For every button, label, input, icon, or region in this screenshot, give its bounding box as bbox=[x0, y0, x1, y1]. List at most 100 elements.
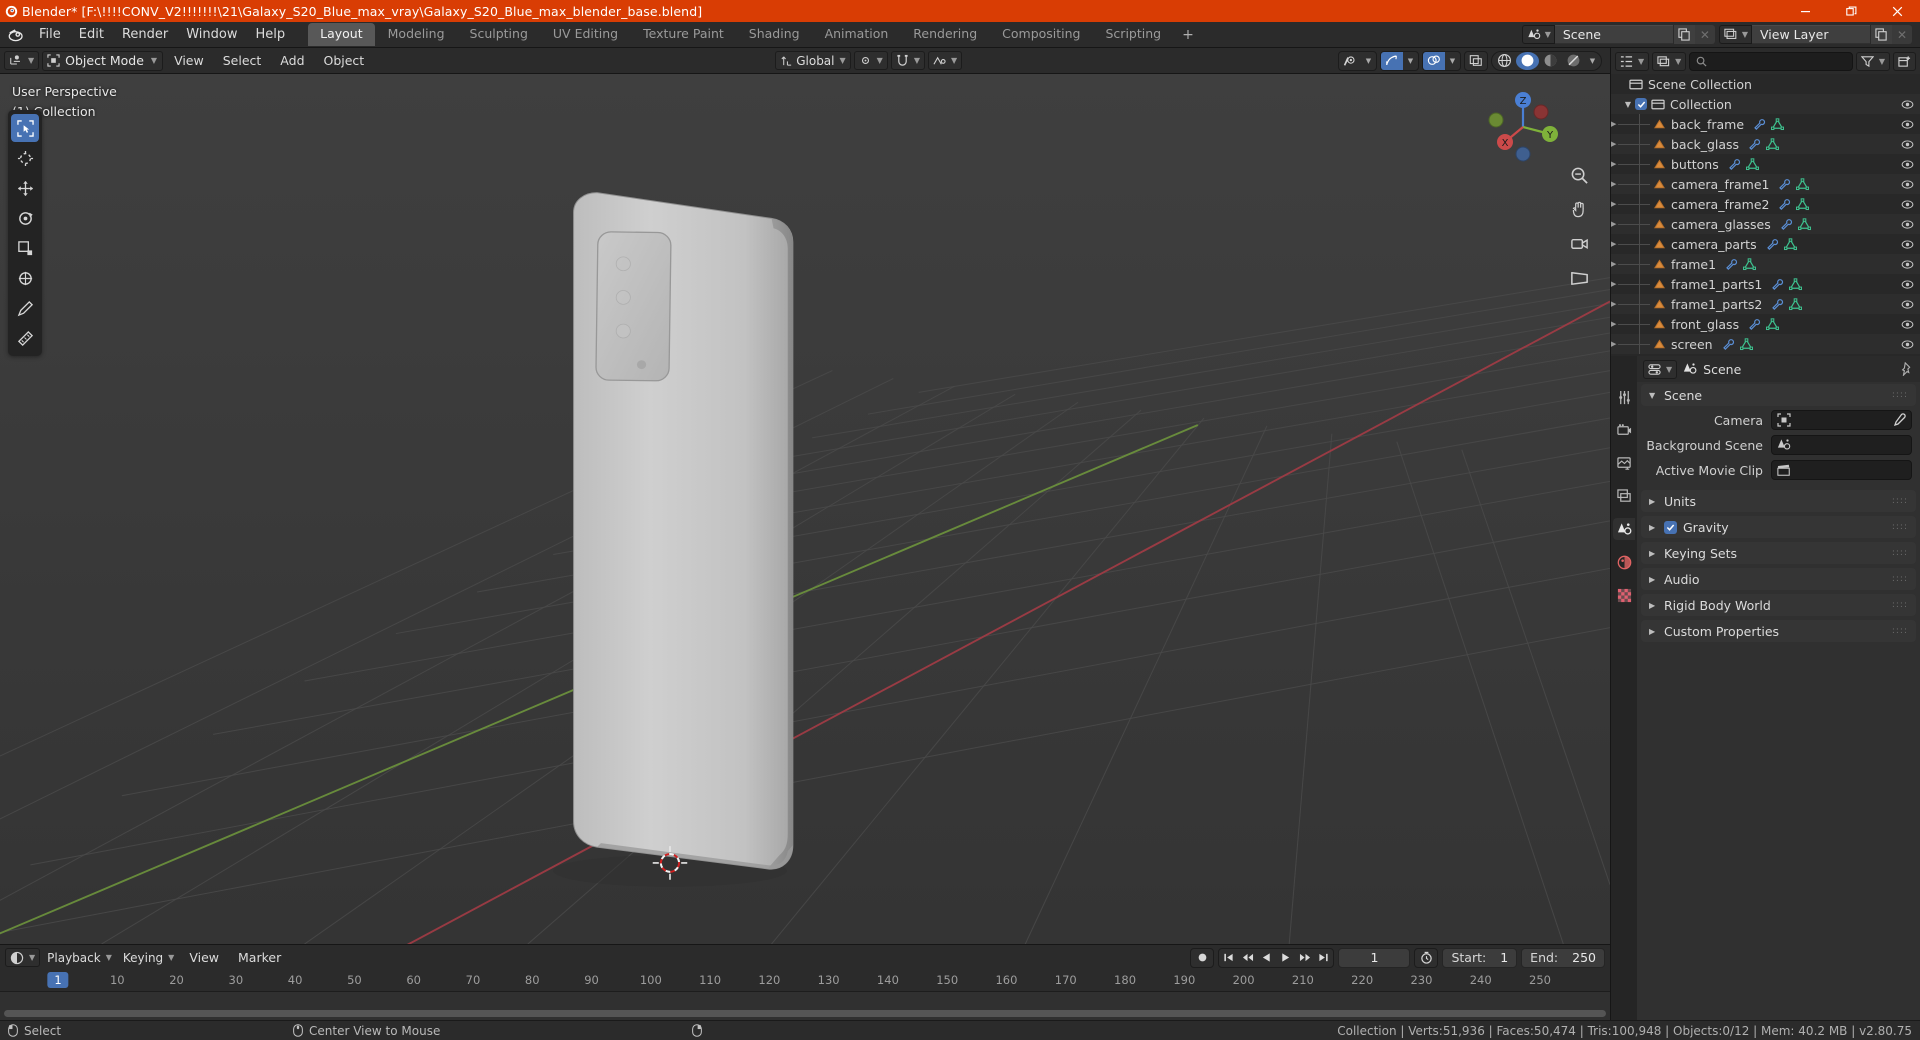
object-disclosure-triangle-icon[interactable]: ▶ bbox=[1611, 220, 1616, 228]
timeline-menu-playback[interactable]: Playback ▼ bbox=[43, 948, 116, 967]
mesh-data-icon[interactable] bbox=[1796, 177, 1810, 191]
play-button[interactable] bbox=[1276, 949, 1295, 967]
section-enable-checkbox[interactable] bbox=[1664, 520, 1677, 534]
outliner-row-object[interactable]: ▶ front_glass bbox=[1611, 314, 1920, 334]
tab-view-layer-properties[interactable] bbox=[1613, 485, 1635, 507]
tool-scale-icon[interactable] bbox=[11, 234, 39, 262]
object-disclosure-triangle-icon[interactable]: ▶ bbox=[1611, 160, 1616, 168]
next-keyframe-button[interactable] bbox=[1295, 949, 1314, 967]
restore-button[interactable] bbox=[1828, 0, 1874, 22]
previous-keyframe-button[interactable] bbox=[1238, 949, 1257, 967]
outliner-row-object[interactable]: ▶ back_glass bbox=[1611, 134, 1920, 154]
collection-disclosure-triangle-icon[interactable]: ▼ bbox=[1611, 100, 1631, 109]
auto-keying-button[interactable] bbox=[1190, 947, 1215, 968]
modifier-icon[interactable] bbox=[1780, 218, 1793, 231]
object-visibility-icon[interactable] bbox=[1901, 118, 1914, 131]
tab-sculpting[interactable]: Sculpting bbox=[458, 23, 540, 46]
object-disclosure-triangle-icon[interactable]: ▶ bbox=[1611, 200, 1616, 208]
mesh-data-icon[interactable] bbox=[1766, 137, 1780, 151]
view-layer-name[interactable]: View Layer bbox=[1752, 25, 1870, 44]
scene-unlink-button[interactable]: ✕ bbox=[1694, 25, 1715, 44]
pin-id-icon[interactable] bbox=[1900, 362, 1914, 376]
tab-uv-editing[interactable]: UV Editing bbox=[541, 23, 630, 46]
section-collapse-triangle-icon[interactable]: ▶ bbox=[1649, 523, 1658, 532]
collection-visibility-icon[interactable] bbox=[1901, 98, 1914, 111]
scene-selector[interactable]: ▼ Scene ✕ bbox=[1521, 25, 1715, 44]
eyedropper-icon[interactable] bbox=[1892, 413, 1906, 427]
menu-file[interactable]: File bbox=[30, 24, 70, 45]
viewport-menu-view[interactable]: View bbox=[166, 51, 212, 70]
scene-icon[interactable]: ▼ bbox=[1521, 25, 1555, 44]
menu-render[interactable]: Render bbox=[113, 24, 177, 45]
tab-layout[interactable]: Layout bbox=[308, 23, 375, 46]
modifier-icon[interactable] bbox=[1778, 198, 1791, 211]
object-visibility-icon[interactable] bbox=[1901, 278, 1914, 291]
outliner-row-collection[interactable]: ▼ Collection bbox=[1611, 94, 1920, 114]
panel-scene-header[interactable]: ▼ Scene :::: bbox=[1641, 384, 1916, 406]
outliner-row-object[interactable]: ▶ camera_frame2 bbox=[1611, 194, 1920, 214]
material-preview-shading-icon[interactable] bbox=[1539, 52, 1562, 70]
properties-section-header[interactable]: ▶ Keying Sets:::: bbox=[1641, 542, 1916, 564]
current-frame-field[interactable]: 1 bbox=[1338, 947, 1411, 968]
background-scene-field[interactable] bbox=[1771, 435, 1912, 455]
object-disclosure-triangle-icon[interactable]: ▶ bbox=[1611, 180, 1616, 188]
modifier-icon[interactable] bbox=[1778, 178, 1791, 191]
tab-animation[interactable]: Animation bbox=[813, 23, 901, 46]
section-collapse-triangle-icon[interactable]: ▶ bbox=[1649, 627, 1658, 636]
outliner-row-object[interactable]: ▶ back_frame bbox=[1611, 114, 1920, 134]
modifier-icon[interactable] bbox=[1748, 318, 1761, 331]
timeline-body[interactable] bbox=[0, 992, 1610, 1020]
modifier-icon[interactable] bbox=[1722, 338, 1735, 351]
camera-field[interactable] bbox=[1771, 410, 1912, 430]
tab-world-properties[interactable] bbox=[1613, 551, 1635, 573]
properties-section-header[interactable]: ▶ Custom Properties:::: bbox=[1641, 620, 1916, 642]
object-visibility-icon[interactable] bbox=[1339, 52, 1361, 70]
object-visibility-icon[interactable] bbox=[1901, 218, 1914, 231]
frame-end-field[interactable]: End: 250 bbox=[1521, 947, 1605, 968]
properties-section-header[interactable]: ▶ Gravity:::: bbox=[1641, 516, 1916, 538]
outliner-row-object[interactable]: ▶ camera_frame1 bbox=[1611, 174, 1920, 194]
wireframe-shading-icon[interactable] bbox=[1493, 52, 1516, 70]
mesh-data-icon[interactable] bbox=[1743, 257, 1757, 271]
tool-select-box-icon[interactable] bbox=[11, 114, 39, 142]
menu-edit[interactable]: Edit bbox=[70, 24, 113, 45]
properties-section-header[interactable]: ▶ Units:::: bbox=[1641, 490, 1916, 512]
tool-transform-icon[interactable] bbox=[11, 264, 39, 292]
object-visibility-icon[interactable] bbox=[1901, 318, 1914, 331]
outliner-filter-button[interactable]: ▼ bbox=[1855, 51, 1890, 71]
modifier-icon[interactable] bbox=[1748, 138, 1761, 151]
play-reverse-button[interactable] bbox=[1257, 949, 1276, 967]
object-disclosure-triangle-icon[interactable]: ▶ bbox=[1611, 260, 1616, 268]
outliner-editor-type-button[interactable]: ▼ bbox=[1615, 51, 1650, 71]
outliner-row-scene-collection[interactable]: Scene Collection bbox=[1611, 74, 1920, 94]
menu-window[interactable]: Window bbox=[177, 24, 246, 45]
tab-texture-properties[interactable] bbox=[1613, 584, 1635, 606]
menu-help[interactable]: Help bbox=[247, 24, 295, 45]
mesh-data-icon[interactable] bbox=[1796, 197, 1810, 211]
timeline-scrollbar[interactable] bbox=[4, 1010, 1606, 1017]
object-disclosure-triangle-icon[interactable]: ▶ bbox=[1611, 120, 1616, 128]
mesh-data-icon[interactable] bbox=[1789, 277, 1803, 291]
object-visibility-icon[interactable] bbox=[1901, 338, 1914, 351]
tab-rendering[interactable]: Rendering bbox=[901, 23, 989, 46]
move-view-icon[interactable] bbox=[1566, 196, 1592, 222]
toggle-camera-view-icon[interactable] bbox=[1566, 230, 1592, 256]
scene-name[interactable]: Scene bbox=[1554, 25, 1673, 44]
mesh-data-icon[interactable] bbox=[1739, 337, 1753, 351]
tool-annotate-icon[interactable] bbox=[11, 294, 39, 322]
navigation-gizmo[interactable]: Z Y X bbox=[1484, 88, 1562, 166]
timeline-menu-keying[interactable]: Keying ▼ bbox=[119, 948, 178, 967]
modifier-icon[interactable] bbox=[1728, 158, 1741, 171]
outliner-row-object[interactable]: ▶ frame1 bbox=[1611, 254, 1920, 274]
modifier-icon[interactable] bbox=[1753, 118, 1766, 131]
object-visibility-icon[interactable] bbox=[1901, 198, 1914, 211]
transform-orientation-selector[interactable]: Global ▼ bbox=[775, 51, 851, 70]
tab-output-properties[interactable] bbox=[1613, 452, 1635, 474]
view-layer-remove-button[interactable]: ✕ bbox=[1892, 25, 1912, 44]
object-disclosure-triangle-icon[interactable]: ▶ bbox=[1611, 340, 1616, 348]
object-disclosure-triangle-icon[interactable]: ▶ bbox=[1611, 240, 1616, 248]
frame-start-field[interactable]: Start: 1 bbox=[1442, 947, 1518, 968]
object-disclosure-triangle-icon[interactable]: ▶ bbox=[1611, 300, 1616, 308]
close-button[interactable] bbox=[1874, 0, 1920, 22]
mesh-data-icon[interactable] bbox=[1789, 297, 1803, 311]
